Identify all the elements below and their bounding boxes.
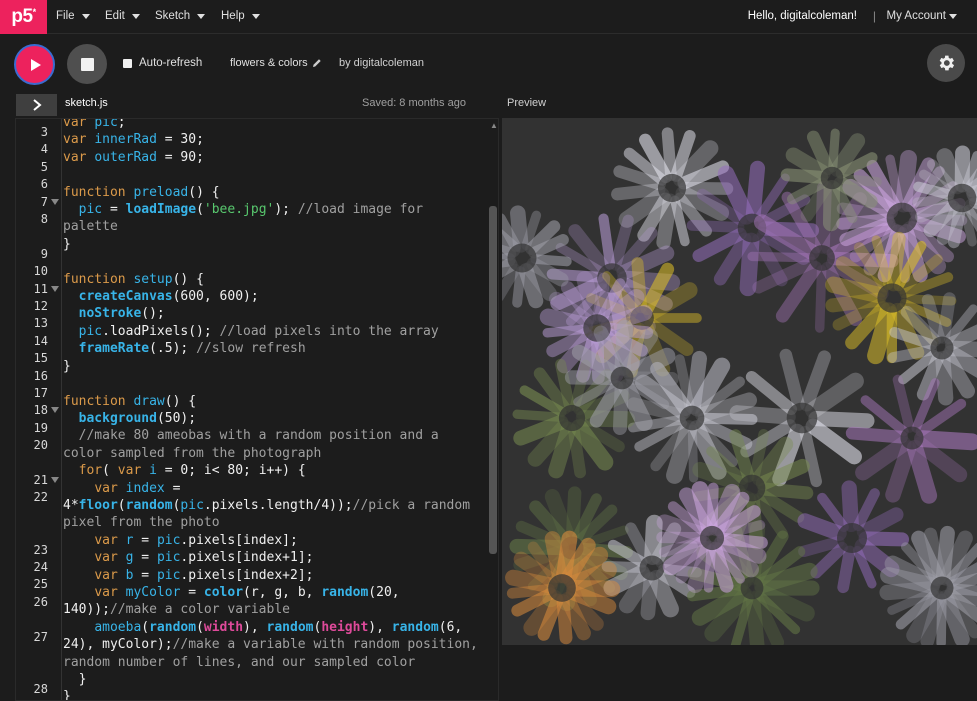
fold-arrow-icon[interactable] xyxy=(51,477,59,483)
line-number: 28 xyxy=(33,681,48,696)
fold-arrow-icon[interactable] xyxy=(51,285,59,292)
auto-refresh-label: Auto-refresh xyxy=(139,57,203,69)
chevron-down-icon xyxy=(197,13,206,19)
chevron-down-icon xyxy=(949,13,957,19)
editor-scrollbar[interactable] xyxy=(489,206,497,554)
auto-refresh-checkbox[interactable] xyxy=(123,58,132,68)
auto-refresh-toggle[interactable]: Auto-refresh xyxy=(123,57,202,69)
sketch-author: by digitalcoleman xyxy=(339,57,424,69)
line-number: 15 xyxy=(33,351,48,366)
flower-shape xyxy=(845,374,977,504)
chevron-down-icon xyxy=(81,13,90,19)
top-nav: p5 * File Edit Sketch Help Hello, digital… xyxy=(0,0,977,34)
pencil-icon[interactable] xyxy=(312,58,322,68)
settings-button[interactable] xyxy=(927,44,965,82)
line-number: 27 xyxy=(33,629,48,644)
line-number: 23 xyxy=(33,542,48,557)
flower-artwork xyxy=(502,127,977,645)
line-number: 19 xyxy=(33,420,48,435)
play-icon xyxy=(30,58,41,71)
user-greeting: Hello, digitalcoleman! xyxy=(747,10,857,22)
line-number: 13 xyxy=(33,316,48,331)
line-number: 11 xyxy=(33,281,48,296)
line-number: 10 xyxy=(33,264,48,279)
line-number: 5 xyxy=(40,159,48,174)
line-number: 26 xyxy=(33,594,48,609)
chevron-down-icon xyxy=(131,13,140,19)
line-number: 22 xyxy=(33,490,48,505)
expand-sidebar-button[interactable] xyxy=(16,94,57,116)
line-number: 18 xyxy=(33,403,48,418)
chevron-down-icon xyxy=(251,13,260,19)
line-number: 3 xyxy=(40,125,48,139)
sketch-name-label: flowers & colors xyxy=(230,57,308,69)
line-number: 12 xyxy=(33,299,48,313)
line-number: 8 xyxy=(40,212,48,226)
menu-help[interactable]: Help xyxy=(221,10,260,22)
line-number: 17 xyxy=(33,386,48,400)
menu-sketch[interactable]: Sketch xyxy=(155,10,206,22)
scroll-up-arrow[interactable]: ▲ xyxy=(490,121,498,130)
toolbar: Auto-refresh flowers & colors by digital… xyxy=(0,35,977,92)
flower-shape xyxy=(879,525,977,645)
p5-logo[interactable]: p5 * xyxy=(0,0,47,34)
line-number: 20 xyxy=(33,438,48,453)
flower-shape xyxy=(656,481,768,593)
gear-icon xyxy=(939,55,955,71)
menu-edit[interactable]: Edit xyxy=(105,10,140,22)
sketch-name[interactable]: flowers & colors xyxy=(230,57,322,69)
play-button[interactable] xyxy=(14,44,55,85)
line-number: 9 xyxy=(40,246,48,261)
flower-shape xyxy=(502,205,572,309)
code-text[interactable]: var pic; var innerRad = 30; var outerRad… xyxy=(63,119,488,700)
line-number: 25 xyxy=(33,577,48,592)
preview-canvas[interactable] xyxy=(502,118,977,645)
saved-status: Saved: 8 months ago xyxy=(362,97,466,109)
my-account-menu[interactable]: My Account xyxy=(887,10,957,22)
code-editor[interactable]: 3 4 5 6 7 8 9 10 11 12 13 14 15 16 17 18 19 20 21 22 23 24 25 2… xyxy=(15,118,499,701)
line-number: 21 xyxy=(33,473,48,487)
fold-arrow-icon[interactable] xyxy=(51,407,59,414)
fold-arrow-icon[interactable] xyxy=(51,198,59,205)
chevron-right-icon xyxy=(32,99,42,111)
line-number: 16 xyxy=(33,368,48,383)
nav-separator: | xyxy=(872,9,876,23)
stop-button[interactable] xyxy=(67,44,107,84)
line-number: 7 xyxy=(40,194,48,209)
preview-label: Preview xyxy=(507,97,547,109)
stop-icon xyxy=(80,57,94,71)
line-number: 6 xyxy=(40,177,48,192)
line-number: 4 xyxy=(40,142,48,157)
line-number: 24 xyxy=(33,560,48,574)
menu-file[interactable]: File xyxy=(56,10,90,22)
editor-filename: sketch.js xyxy=(65,97,108,109)
line-number: 14 xyxy=(33,333,48,348)
